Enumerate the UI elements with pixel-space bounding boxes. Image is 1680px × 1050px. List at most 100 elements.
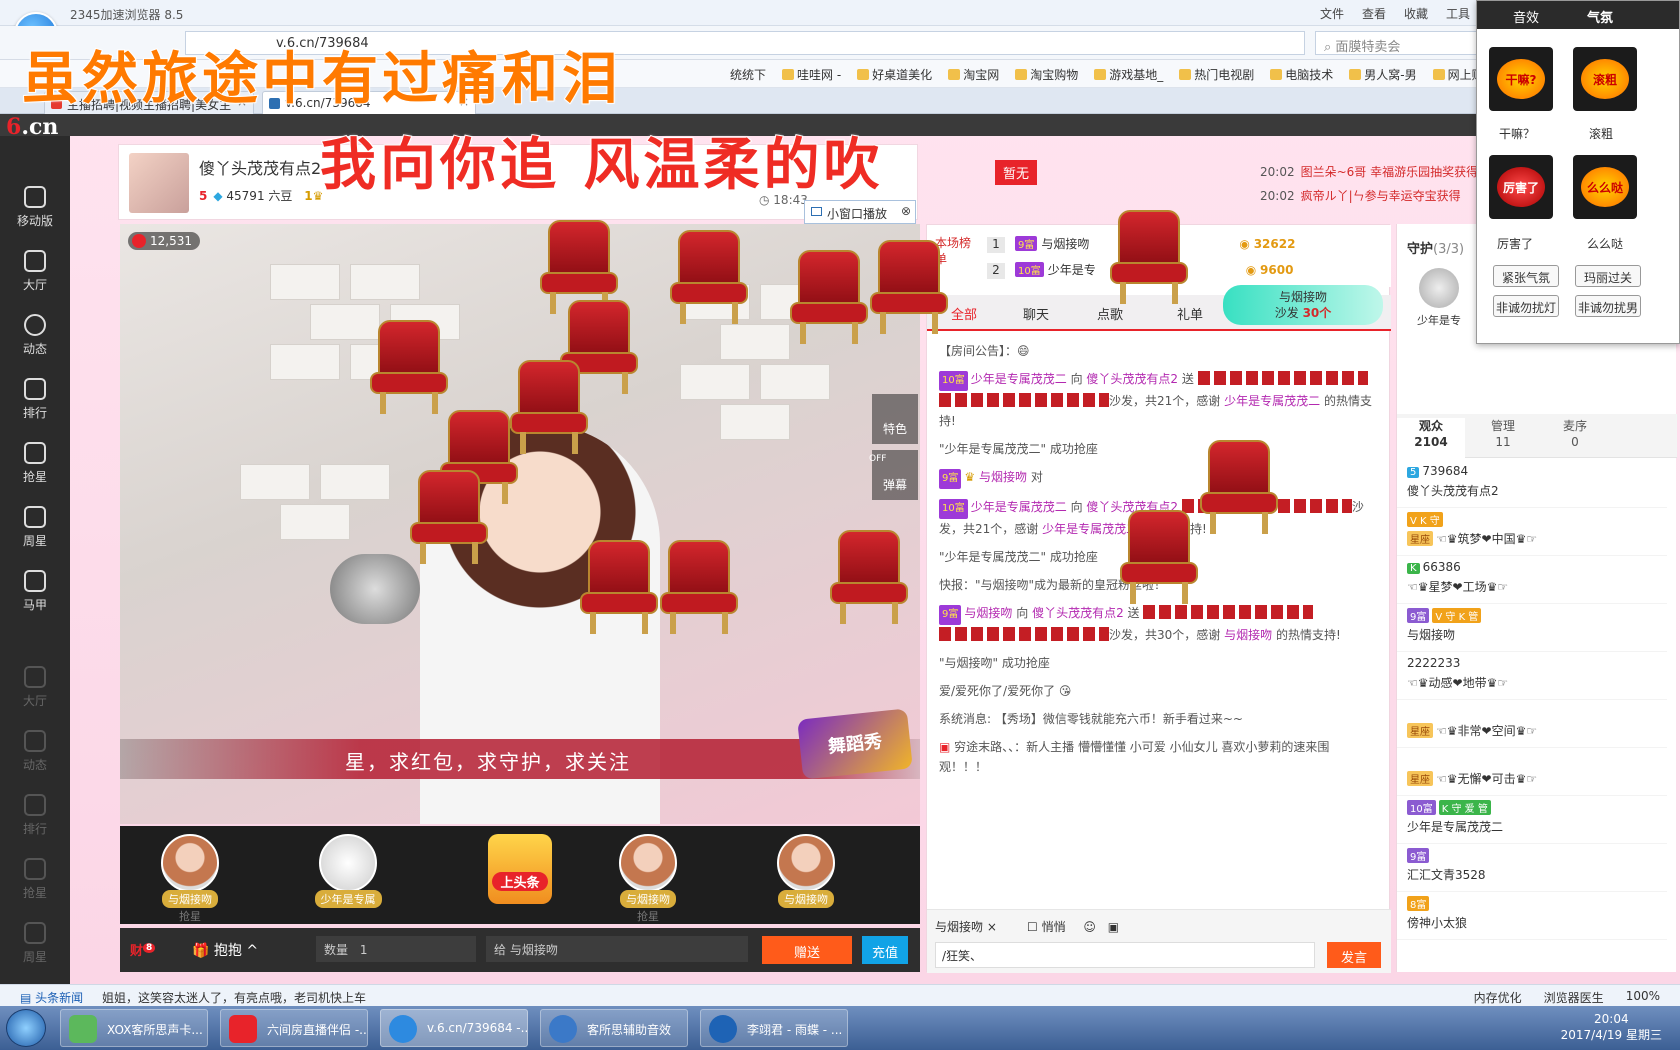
barrage-toggle[interactable]: OFF 弹幕	[869, 450, 918, 500]
taskbar-item[interactable]: 李翊君 - 雨蝶 - ...	[700, 1009, 848, 1047]
taskbar-item[interactable]: 客所思辅助音效	[540, 1009, 688, 1047]
recipient-field[interactable]: 给 与烟接吻	[486, 936, 748, 962]
sidebar-item-mobile[interactable]: 移动版	[0, 176, 70, 240]
chat-target[interactable]: 与烟接吻 ×	[935, 918, 997, 935]
menu-favorites[interactable]: 收藏	[1404, 5, 1428, 22]
sidebar-item-ranking[interactable]: 排行	[0, 368, 70, 432]
wealth-badge[interactable]: 财8	[130, 940, 156, 959]
bookmark-item[interactable]: 好桌道美化	[857, 66, 932, 83]
page-icon	[1349, 69, 1362, 80]
taskbar-item[interactable]: XOX客所思声卡...	[60, 1009, 208, 1047]
list-item[interactable]: 9富 汇汇文青3528	[1397, 844, 1667, 892]
taskbar-item[interactable]: 六间房直播伴侣 -...	[220, 1009, 368, 1047]
chat-input[interactable]: /狂笑、	[935, 942, 1315, 968]
sofa-seat[interactable]: 与烟接吻 抢星	[598, 834, 698, 924]
hug-gift-button[interactable]: 🎁 抱抱 ^	[192, 940, 258, 960]
bookmark-item[interactable]: 哇哇网 -	[782, 66, 841, 83]
dance-show-logo: 舞蹈秀	[797, 708, 913, 780]
list-item[interactable]: 5 739684 傻丫头茂茂有点2	[1397, 460, 1667, 508]
send-gift-button[interactable]: 赠送	[762, 936, 852, 964]
sidebar-item-vest[interactable]: 马甲	[0, 560, 70, 624]
quantity-field[interactable]: 数量 1	[316, 936, 476, 962]
list-item[interactable]: 星座 ☜♛非常❤空间♛☞	[1397, 700, 1667, 748]
sofa-seat[interactable]: 少年是专属	[298, 834, 398, 908]
star-icon	[24, 442, 46, 464]
bookmark-item[interactable]: 淘宝购物	[1015, 66, 1078, 83]
tab-gift-list[interactable]: 礼单	[1177, 304, 1203, 323]
anchor-name[interactable]: 傻丫头茂茂有点2	[199, 155, 321, 179]
sidebar-item-feed-faded: 动态	[0, 720, 70, 784]
effect-what-icon[interactable]: 干嘛?	[1489, 47, 1553, 111]
tab-atmosphere[interactable]: 气氛	[1587, 7, 1613, 26]
sofa-gift-icon	[580, 540, 658, 636]
guard-item[interactable]: 少年是专	[1409, 268, 1469, 328]
sidebar-item-grab-star[interactable]: 抢星	[0, 432, 70, 496]
effect-get-lost-icon[interactable]: 滚粗	[1573, 47, 1637, 111]
list-item[interactable]: 8富 傍神小太狼	[1397, 892, 1667, 940]
sofa-gift-icon	[939, 627, 1109, 641]
chevron-up-icon: ^	[246, 943, 259, 959]
recharge-button[interactable]: 充值	[862, 936, 908, 964]
list-item[interactable]: 9富 V 守 K 管与烟接吻	[1397, 604, 1667, 652]
bookmark-item[interactable]: 淘宝网	[948, 66, 999, 83]
chat-message: "与烟接吻" 成功抢座	[939, 656, 1050, 670]
audience-tabs: 观众 2104 管理 11 麦序 0	[1397, 414, 1677, 458]
tab-chat[interactable]: 聊天	[1023, 304, 1049, 323]
sound-effect-popup: 音效 气氛 干嘛? 滚粗 干嘛？ 滚粗 厉害了 么么哒 厉害了 么么哒 紧张气氛…	[1476, 0, 1680, 344]
ticker-item[interactable]: 20:02 图兰朵~6哥 幸福游乐园抽奖获得	[1260, 163, 1478, 180]
effect-awesome-icon[interactable]: 厉害了	[1489, 155, 1553, 219]
avatar[interactable]	[129, 153, 189, 213]
tab-sound-effect[interactable]: 音效	[1513, 7, 1539, 26]
menu-view[interactable]: 查看	[1362, 5, 1386, 22]
sofa-seat[interactable]: 与烟接吻	[756, 834, 856, 908]
tab-all[interactable]: 全部	[951, 304, 977, 323]
list-item[interactable]: 星座 ☜♛无懈❤可击♛☞	[1397, 748, 1667, 796]
send-button[interactable]: 发言	[1327, 942, 1381, 968]
browser-doctor-button[interactable]: 浏览器医生	[1544, 989, 1604, 1006]
ticker-item[interactable]: 20:02 疯帝ル丫|ㄣ参与幸运夺宝获得	[1260, 187, 1461, 204]
bookmark-item[interactable]: 男人窝-男	[1349, 66, 1417, 83]
search-input[interactable]: ⌕ 面膜特卖会	[1315, 31, 1480, 55]
tab-audience[interactable]: 观众 2104	[1397, 418, 1465, 458]
close-icon[interactable]: ⊗	[901, 204, 911, 218]
bookmark-item[interactable]: 统统下	[730, 66, 766, 83]
system-clock[interactable]: 20:04 2017/4/19 星期三	[1561, 1011, 1662, 1043]
top-headline-button[interactable]: 上头条	[488, 834, 552, 904]
zoom-level[interactable]: 100%	[1626, 989, 1660, 1006]
wealth-icon	[132, 234, 146, 248]
sidebar-item-week-faded: 周星	[0, 912, 70, 976]
list-item[interactable]: V K 守星座 ☜♛筑梦❤中国♛☞	[1397, 508, 1667, 556]
list-item[interactable]: 10富 K 守 爱 管少年是专属茂茂二	[1397, 796, 1667, 844]
effect-dating-male-button[interactable]: 非诚勿扰男	[1575, 295, 1641, 317]
effect-kiss-icon[interactable]: 么么哒	[1573, 155, 1637, 219]
status-message[interactable]: 姐姐，这笑容太迷人了，有亮点哦，老司机快上车	[102, 989, 366, 1006]
app-icon	[69, 1015, 97, 1043]
effect-mario-button[interactable]: 玛丽过关	[1575, 265, 1641, 287]
chat-message: 9富 与烟接吻 向 傻丫头茂茂有点2 送 沙发，共30个，感谢 与烟接吻 的热情支…	[939, 603, 1375, 645]
tab-mic-queue[interactable]: 麦序 0	[1541, 418, 1609, 450]
menu-tools[interactable]: 工具	[1446, 5, 1470, 22]
sidebar-item-weekly-star[interactable]: 周星	[0, 496, 70, 560]
start-button[interactable]	[6, 1009, 46, 1047]
chat-log[interactable]: 【房间公告】：😄 10富 少年是专属茂茂二 向 傻丫头茂茂有点2 送 沙发，共21…	[927, 333, 1387, 893]
mini-window-button[interactable]: 小窗口播放 ⊗	[804, 200, 916, 224]
news-link[interactable]: ▤ 头条新闻	[20, 989, 83, 1006]
whisper-checkbox[interactable]: ☐ 悄悄 ☺ ▣	[1027, 918, 1119, 935]
emoji-icon: ☺	[1083, 920, 1096, 934]
taskbar-item[interactable]: v.6.cn/739684 -...	[380, 1009, 528, 1047]
memory-optimize-button[interactable]: 内存优化	[1474, 989, 1522, 1006]
tab-song[interactable]: 点歌	[1097, 304, 1123, 323]
list-item[interactable]: K 66386 ☜♛星梦❤工场♛☞	[1397, 556, 1667, 604]
list-item[interactable]: 2222233 ☜♛动感❤地带♛☞	[1397, 652, 1667, 700]
sidebar-item-hall[interactable]: 大厅	[0, 240, 70, 304]
menu-file[interactable]: 文件	[1320, 5, 1344, 22]
color-filter-button[interactable]: 特色	[872, 394, 918, 444]
bookmark-item[interactable]: 热门电视剧	[1179, 66, 1254, 83]
bookmark-item[interactable]: 电脑技术	[1270, 66, 1333, 83]
sidebar-item-feed[interactable]: 动态	[0, 304, 70, 368]
bookmark-item[interactable]: 游戏基地_	[1094, 66, 1163, 83]
sofa-seat[interactable]: 与烟接吻 抢星	[140, 834, 240, 924]
tab-admins[interactable]: 管理 11	[1469, 418, 1537, 450]
effect-dating-light-button[interactable]: 非诚勿扰灯	[1493, 295, 1559, 317]
effect-tension-button[interactable]: 紧张气氛	[1493, 265, 1559, 287]
